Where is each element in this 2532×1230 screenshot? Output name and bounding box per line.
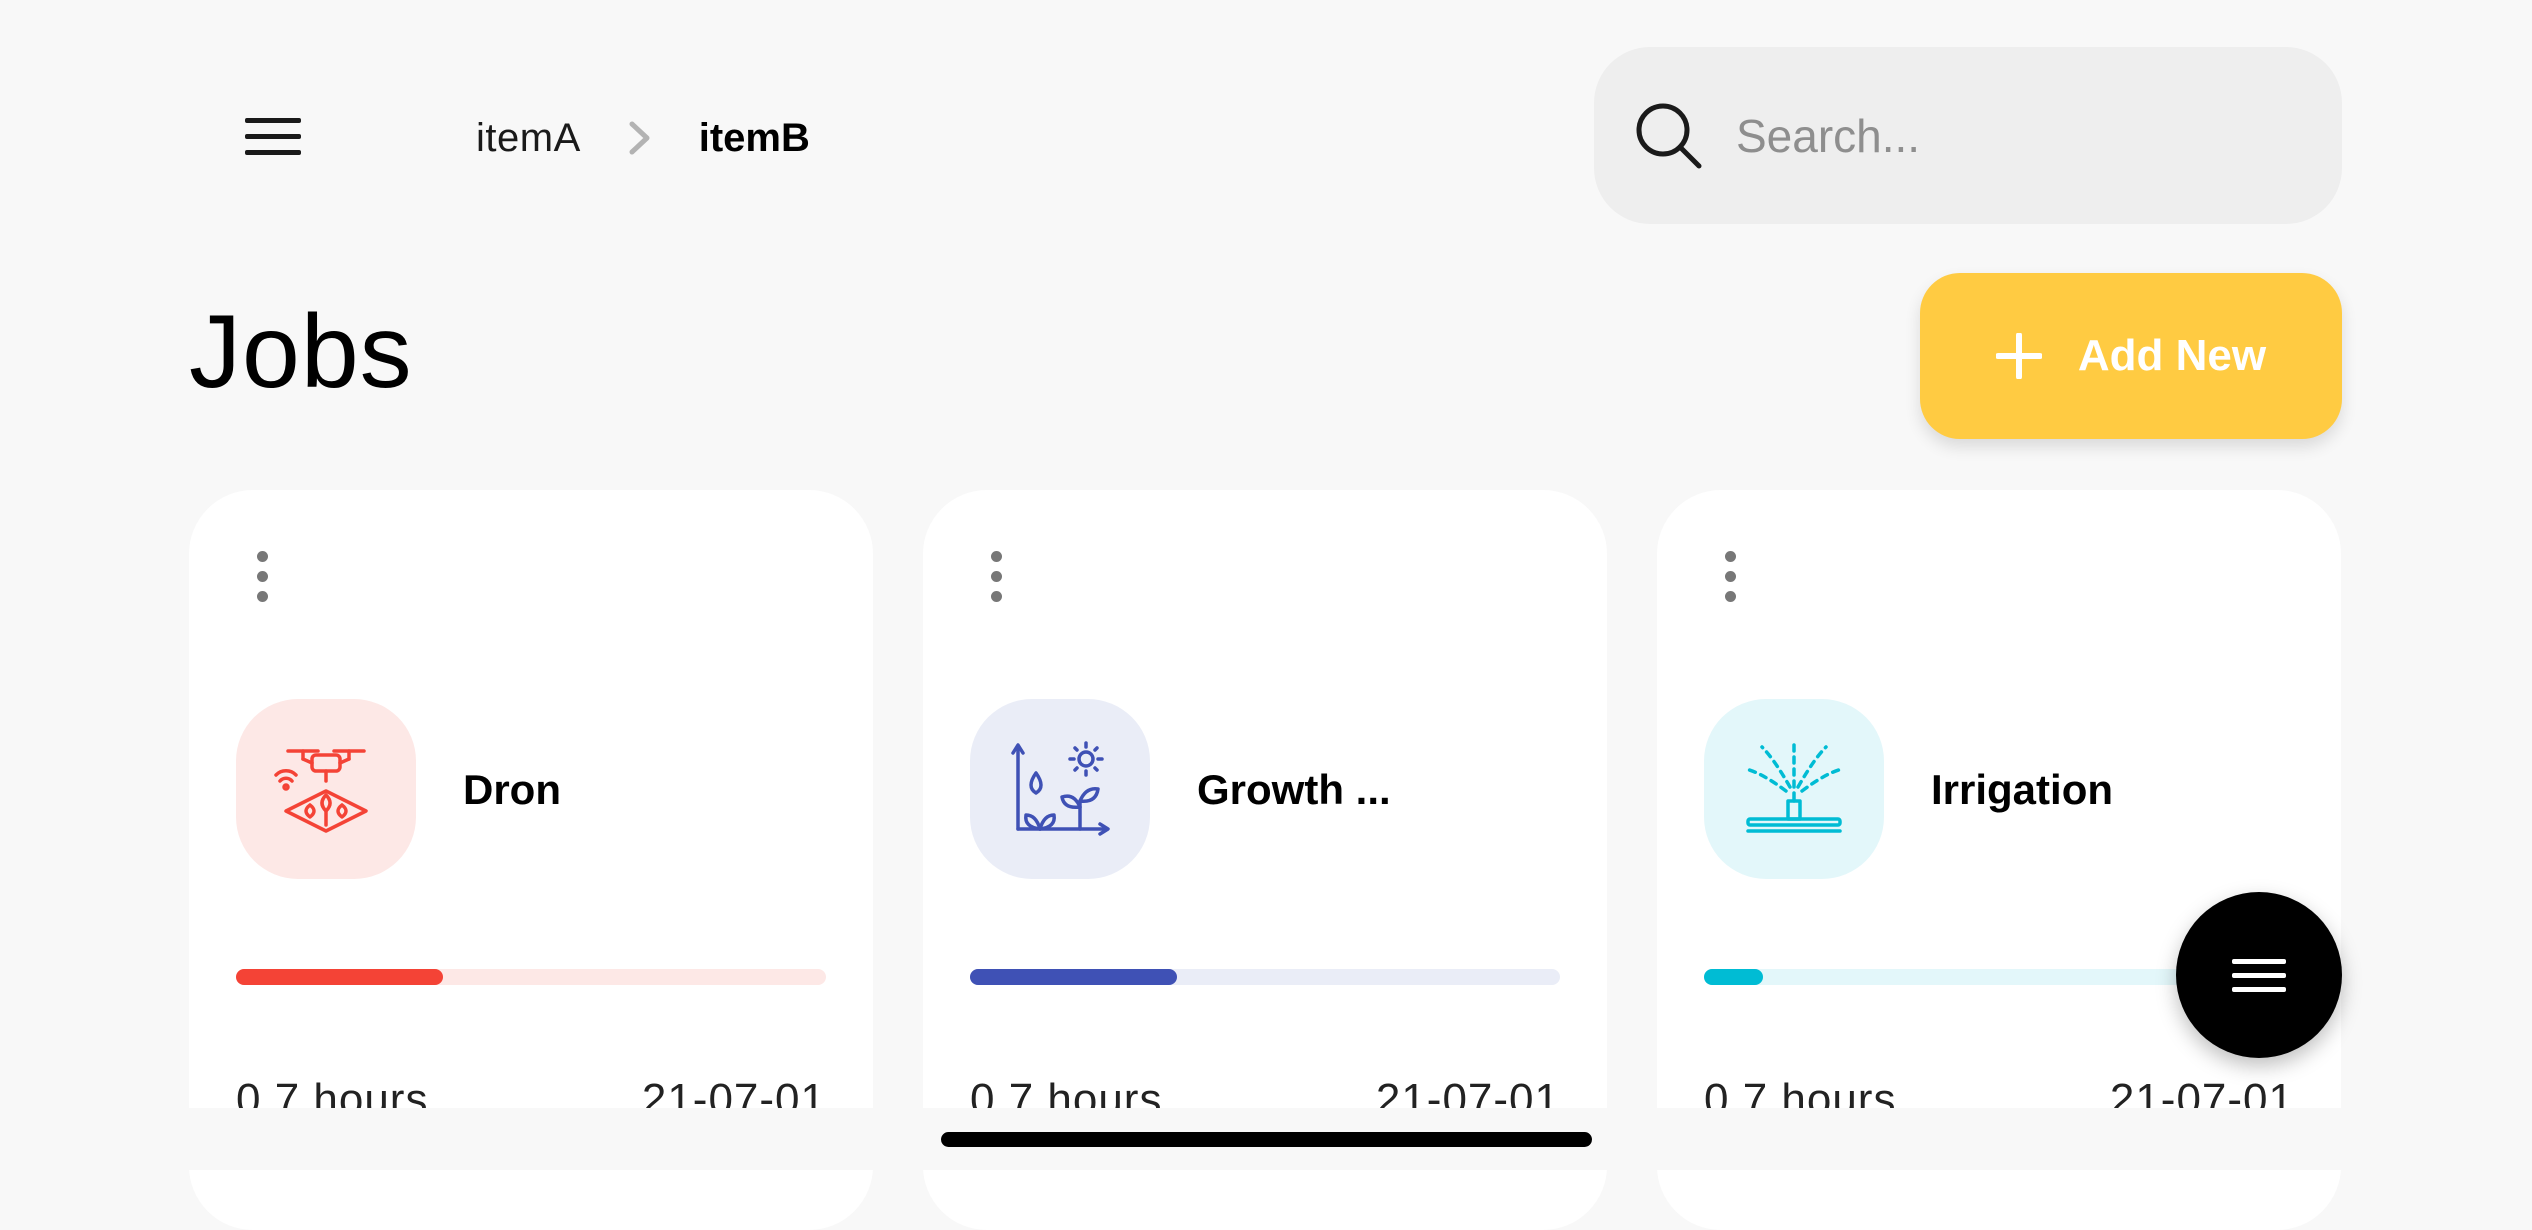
hamburger-menu-icon[interactable] <box>230 100 315 172</box>
drone-icon <box>274 749 368 833</box>
progress-fill <box>236 969 443 985</box>
card-title: Growth ... <box>1197 766 1391 813</box>
sprinkler-icon <box>1744 741 1844 833</box>
progress-fill <box>1704 969 1763 985</box>
floating-menu-button[interactable] <box>2176 892 2342 1058</box>
chevron-right-icon <box>629 121 650 155</box>
card-title: Dron <box>463 766 561 813</box>
home-indicator[interactable] <box>941 1132 1592 1147</box>
card-title: Irrigation <box>1931 766 2114 813</box>
more-options-icon[interactable] <box>981 546 1011 606</box>
breadcrumb-item-a[interactable]: itemA <box>476 116 581 161</box>
search-icon <box>1636 103 1702 168</box>
more-options-icon[interactable] <box>247 546 277 606</box>
add-new-button[interactable]: Add New <box>1920 273 2342 439</box>
more-options-icon[interactable] <box>1715 546 1745 606</box>
add-new-label: Add New <box>2077 331 2267 380</box>
progress-bar <box>970 969 1560 985</box>
card-icon-bg <box>236 699 416 879</box>
plus-icon <box>1995 333 2042 379</box>
search-input[interactable] <box>1734 107 2298 164</box>
card-icon-bg <box>970 699 1150 879</box>
card-icon-bg <box>1704 699 1884 879</box>
plant-growth-chart-icon <box>1011 741 1110 836</box>
search-bar[interactable] <box>1594 47 2342 224</box>
breadcrumb-item-b: itemB <box>698 115 810 160</box>
page-title: Jobs <box>189 294 413 410</box>
progress-bar <box>236 969 826 985</box>
breadcrumb: itemA itemB <box>476 108 810 168</box>
progress-fill <box>970 969 1177 985</box>
